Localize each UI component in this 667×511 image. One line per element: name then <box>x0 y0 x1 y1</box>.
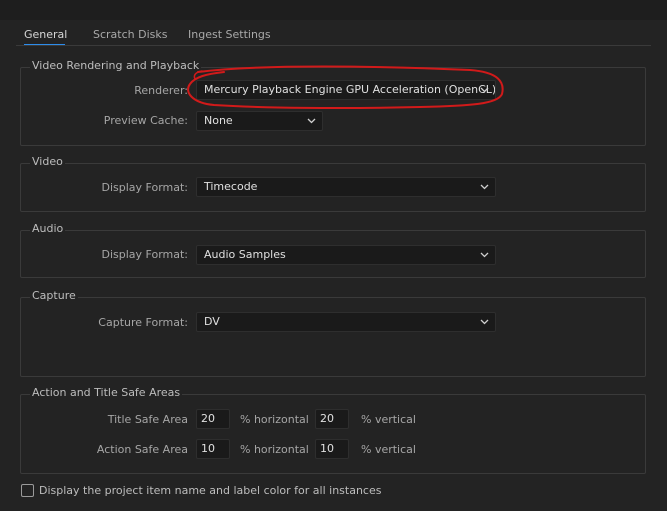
action-safe-vertical-unit: % vertical <box>361 443 416 456</box>
safe-areas-group: Action and Title Safe Areas <box>20 386 646 474</box>
preview-cache-dropdown[interactable]: None <box>196 111 323 131</box>
video-title: Video <box>30 155 65 168</box>
title-safe-vertical-unit: % vertical <box>361 413 416 426</box>
tab-general[interactable]: General <box>24 28 67 41</box>
audio-display-format-value: Audio Samples <box>204 248 286 261</box>
preview-cache-label: Preview Cache: <box>103 114 188 127</box>
chevron-down-icon <box>480 252 489 258</box>
audio-title: Audio <box>30 222 66 235</box>
display-item-name-label: Display the project item name and label … <box>39 484 382 497</box>
display-item-name-checkbox[interactable] <box>21 484 34 497</box>
video-display-format-dropdown[interactable]: Timecode <box>196 177 496 197</box>
capture-format-dropdown[interactable]: DV <box>196 312 496 332</box>
action-safe-vertical-input[interactable]: 10 <box>315 439 349 459</box>
video-display-format-label: Display Format: <box>101 181 188 194</box>
capture-format-value: DV <box>204 315 220 328</box>
chevron-down-icon <box>307 118 316 124</box>
tab-ingest-settings[interactable]: Ingest Settings <box>188 28 271 41</box>
audio-display-format-label: Display Format: <box>101 248 188 261</box>
capture-group: Capture <box>20 289 646 377</box>
chevron-down-icon <box>480 184 489 190</box>
video-rendering-title: Video Rendering and Playback <box>30 59 202 72</box>
audio-display-format-dropdown[interactable]: Audio Samples <box>196 245 496 265</box>
video-rendering-group: Video Rendering and Playback <box>20 59 646 146</box>
title-safe-horizontal-input[interactable]: 20 <box>196 409 230 429</box>
renderer-label: Renderer: <box>134 84 188 97</box>
action-safe-horizontal-unit: % horizontal <box>240 443 309 456</box>
title-safe-vertical-input[interactable]: 20 <box>315 409 349 429</box>
renderer-value: Mercury Playback Engine GPU Acceleration… <box>204 83 496 96</box>
tab-scratch-disks[interactable]: Scratch Disks <box>93 28 167 41</box>
title-safe-horizontal-unit: % horizontal <box>240 413 309 426</box>
capture-format-label: Capture Format: <box>98 316 188 329</box>
chevron-down-icon <box>480 87 489 93</box>
action-safe-label: Action Safe Area <box>96 443 188 456</box>
title-safe-label: Title Safe Area <box>107 413 188 426</box>
safe-areas-title: Action and Title Safe Areas <box>30 386 183 399</box>
action-safe-horizontal-input[interactable]: 10 <box>196 439 230 459</box>
preview-cache-value: None <box>204 114 233 127</box>
window-top-bar <box>0 0 667 20</box>
video-display-format-value: Timecode <box>204 180 258 193</box>
renderer-dropdown[interactable]: Mercury Playback Engine GPU Acceleration… <box>196 80 496 100</box>
chevron-down-icon <box>480 319 489 325</box>
tab-divider <box>16 45 651 46</box>
capture-title: Capture <box>30 289 78 302</box>
